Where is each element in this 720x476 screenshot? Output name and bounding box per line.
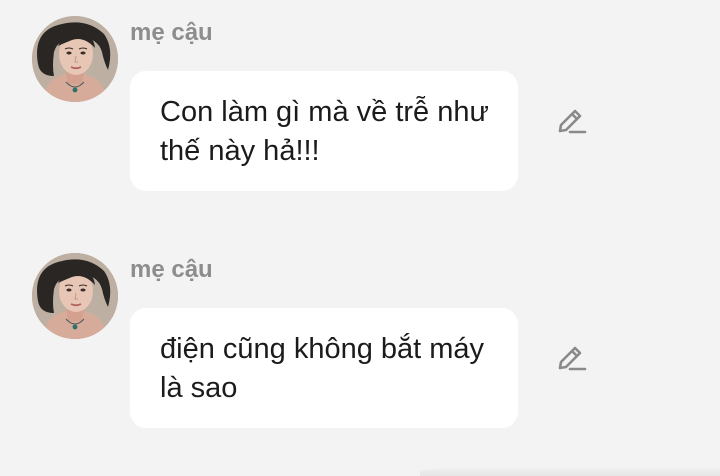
message-bubble: Con làm gì mà về trễ như thế này hả!!!	[130, 71, 518, 191]
message-text: điện cũng không bắt máy là sao	[160, 333, 485, 404]
sender-name: mẹ cậu	[130, 19, 213, 46]
pencil-edit-icon[interactable]	[554, 104, 588, 138]
sender-avatar[interactable]	[32, 253, 118, 339]
pencil-edit-icon[interactable]	[554, 341, 588, 375]
message-bubble: điện cũng không bắt máy là sao	[130, 308, 518, 428]
scroll-edge-shadow	[420, 466, 720, 476]
message-text: Con làm gì mà về trễ như thế này hả!!!	[160, 96, 489, 167]
chat-message: mẹ cậu Con làm gì mà về trễ như thế này …	[0, 0, 720, 200]
sender-avatar[interactable]	[32, 16, 118, 102]
chat-message: mẹ cậu điện cũng không bắt máy là sao	[0, 237, 720, 437]
sender-name: mẹ cậu	[130, 256, 213, 283]
